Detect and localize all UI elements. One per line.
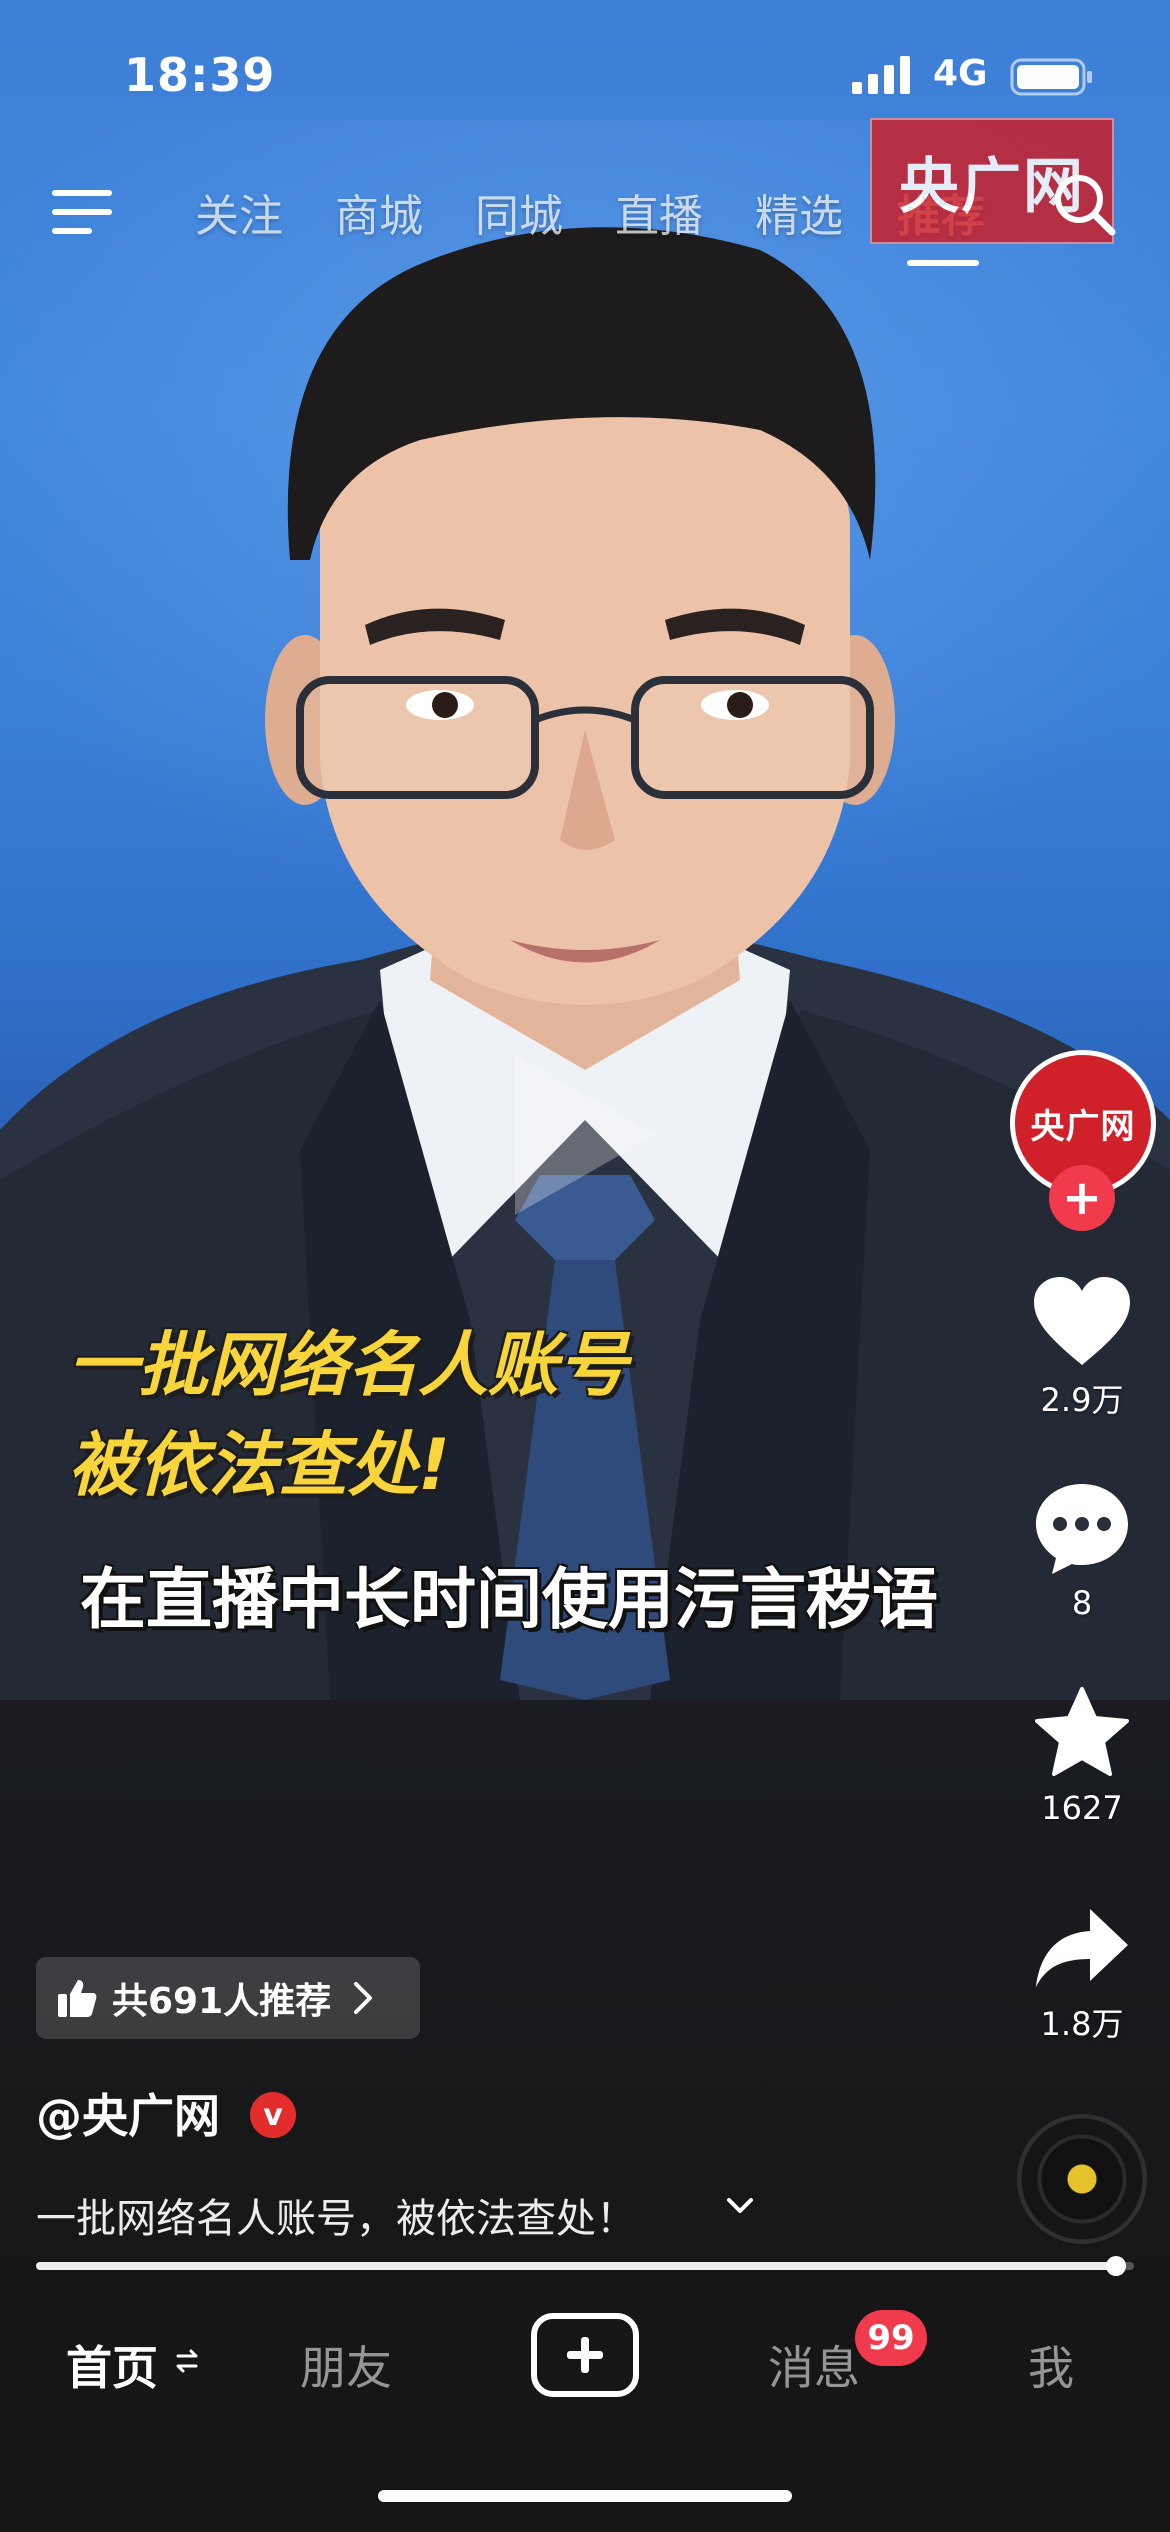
verified-badge: v (250, 2092, 296, 2138)
author-name[interactable]: @央广网 (36, 2080, 220, 2146)
home-indicator (378, 2490, 792, 2502)
video-progress-fill (36, 2262, 1117, 2270)
video-progress-handle[interactable] (1106, 2256, 1127, 2276)
recommend-count-text: 共691人推荐 (112, 1981, 332, 2022)
video-player[interactable]: 一批网络名人账号 被依法查处! 在直播中长时间使用污言秽语 (0, 0, 1170, 2260)
comment-count: 8 (1071, 1584, 1093, 1622)
active-tab-indicator (907, 260, 979, 266)
status-time: 18:39 (124, 48, 276, 102)
comment-button[interactable]: 8 (1012, 1480, 1152, 1622)
chevron-right-icon (354, 1982, 373, 2014)
caption-subtitle: 在直播中长时间使用污言秽语 (80, 1561, 938, 1638)
share-arrow-icon (1036, 1909, 1128, 1987)
caption-headline-line-2: 被依法查处! (68, 1424, 450, 1506)
comment-icon (1036, 1484, 1128, 1574)
bottom-tab-bar: 首页 朋友 消息 99 我 (0, 2290, 1170, 2532)
menu-icon[interactable] (52, 182, 116, 242)
search-icon[interactable] (1052, 172, 1118, 238)
caption-headline: 一批网络名人账号 被依法查处! (68, 1315, 628, 1515)
favorite-button[interactable]: 1627 (1012, 1685, 1152, 1827)
heart-icon (1034, 1277, 1130, 1365)
video-description[interactable]: 一批网络名人账号，被依法查处！ (36, 2186, 636, 2244)
chevron-down-icon[interactable] (726, 2196, 754, 2216)
battery-icon (1010, 58, 1092, 96)
tab-live[interactable]: 直播 (615, 180, 703, 244)
caption-headline-line-1: 一批网络名人账号 (68, 1324, 628, 1406)
message-count-badge: 99 (855, 2310, 927, 2366)
music-disc-icon[interactable] (1017, 2114, 1147, 2244)
tab-me[interactable]: 我 (1028, 2332, 1074, 2398)
tab-local[interactable]: 同城 (475, 180, 563, 244)
favorite-count: 1627 (1041, 1789, 1123, 1827)
tab-mall[interactable]: 商城 (335, 180, 423, 244)
thumbs-up-icon (58, 1980, 97, 2017)
video-progress-bar[interactable] (36, 2256, 1134, 2276)
follow-button[interactable]: + (1049, 1165, 1115, 1231)
like-count: 2.9万 (1040, 1381, 1124, 1419)
phone-screen: 一批网络名人账号 被依法查处! 在直播中长时间使用污言秽语 18:39 4G 关… (0, 0, 1170, 2532)
tab-featured[interactable]: 精选 (755, 180, 843, 244)
tab-following[interactable]: 关注 (195, 180, 283, 244)
like-button[interactable]: 2.9万 (1012, 1275, 1152, 1421)
tab-messages[interactable]: 消息 (768, 2332, 860, 2398)
signal-icon (852, 56, 910, 94)
recommend-chip[interactable]: 共691人推荐 (36, 1957, 420, 2039)
tab-friends[interactable]: 朋友 (300, 2332, 392, 2398)
star-icon (1035, 1687, 1129, 1776)
create-button[interactable] (531, 2313, 639, 2397)
plus-icon (567, 2337, 603, 2373)
tab-home[interactable]: 首页 (66, 2332, 158, 2398)
network-type: 4G (933, 53, 988, 94)
share-count: 1.8万 (1040, 2005, 1124, 2043)
share-button[interactable]: 1.8万 (1012, 1905, 1152, 2045)
switch-arrows-icon[interactable] (176, 2348, 198, 2374)
play-icon (515, 1055, 655, 1215)
